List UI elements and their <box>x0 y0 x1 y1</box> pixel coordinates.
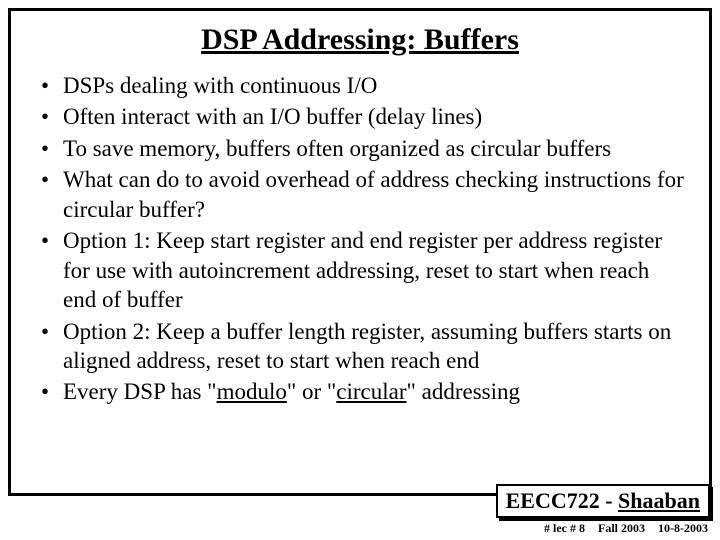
footer-date: 10-8-2003 <box>658 521 708 535</box>
footer-line: # lec # 8 Fall 2003 10-8-2003 <box>534 521 708 536</box>
bullet-item: To save memory, buffers often organized … <box>63 134 685 163</box>
bullet-item: What can do to avoid overhead of address… <box>63 165 685 224</box>
footer-lec: # lec # 8 <box>544 521 585 535</box>
footer-author: Shaaban <box>618 488 700 513</box>
bullet-item: Option 1: Keep start register and end re… <box>63 226 685 314</box>
bullet-item: DSPs dealing with continuous I/O <box>63 71 685 100</box>
bullet-item: Every DSP has "modulo" or "circular" add… <box>63 377 685 406</box>
slide: DSP Addressing: Buffers DSPs dealing wit… <box>8 8 712 496</box>
footer-term: Fall 2003 <box>598 521 645 535</box>
footer-course: EECC722 <box>506 488 600 513</box>
bullet-item: Option 2: Keep a buffer length register,… <box>63 317 685 376</box>
footer-sep: - <box>600 488 618 513</box>
bullet-item: Often interact with an I/O buffer (delay… <box>63 102 685 131</box>
footer-course-box: EECC722 - Shaaban <box>496 484 710 518</box>
bullet-list: DSPs dealing with continuous I/OOften in… <box>35 71 685 407</box>
slide-title: DSP Addressing: Buffers <box>35 23 685 57</box>
